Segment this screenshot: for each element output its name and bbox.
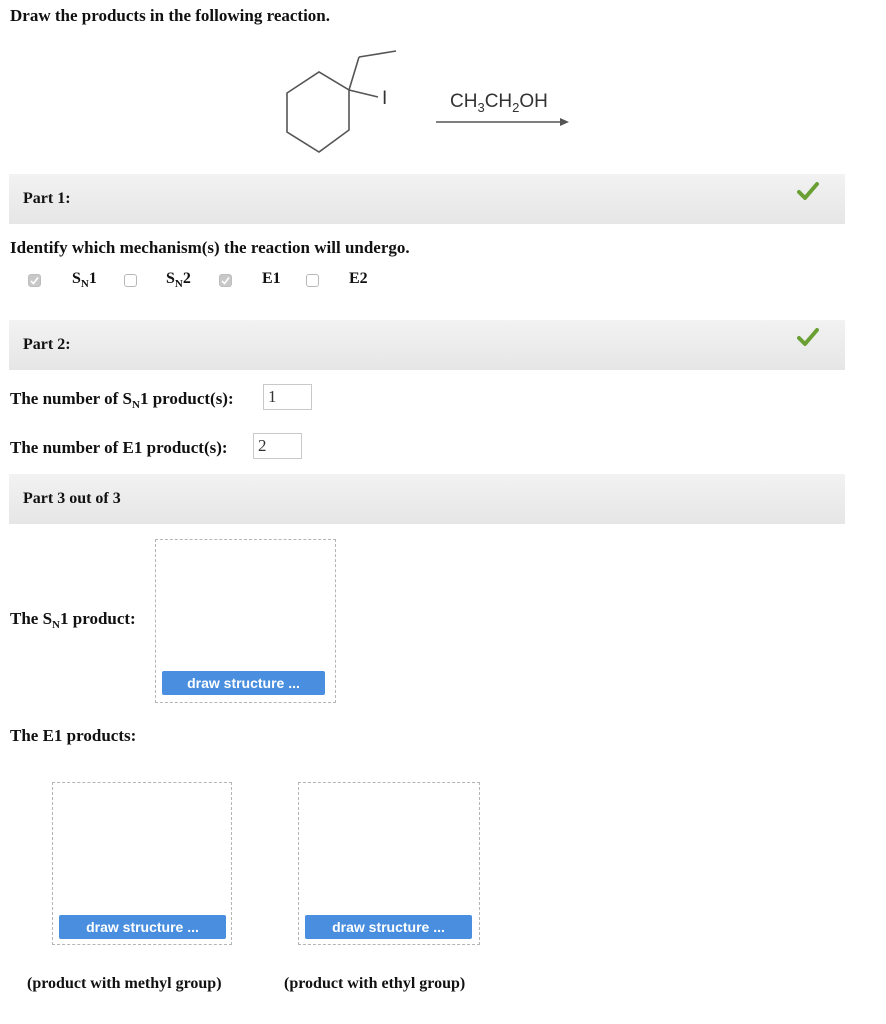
ethylcyclohexyl-iodide-structure	[286, 50, 397, 153]
part3-header: Part 3 out of 3	[9, 474, 845, 524]
sn1-product-label: The SN1 product:	[10, 609, 136, 631]
sn1-count-field[interactable]: 1	[263, 384, 312, 410]
sn1-drawing-area[interactable]: draw structure ...	[155, 539, 336, 703]
checkmark-icon	[797, 182, 819, 200]
iodide-label: I	[382, 88, 387, 109]
e1-products-label: The E1 products:	[10, 726, 137, 745]
ethyl-bond-2	[358, 50, 397, 58]
checkbox-e1[interactable]	[219, 274, 232, 287]
draw-structure-button-methyl[interactable]: draw structure ...	[59, 915, 226, 939]
checkmark-icon	[797, 328, 819, 346]
checkbox-sn1[interactable]	[28, 274, 41, 287]
reaction-scheme: I CH3CH2OH	[286, 50, 569, 153]
part3-label: Part 3 out of 3	[23, 490, 121, 507]
caption-methyl: (product with methyl group)	[27, 975, 222, 992]
part1-question: Identify which mechanism(s) the reaction…	[10, 238, 410, 257]
part1-label: Part 1:	[23, 190, 71, 207]
cyclohexane-ring	[286, 71, 350, 153]
check-mark-icon	[30, 277, 39, 285]
e1-ethyl-drawing-area[interactable]: draw structure ...	[298, 782, 480, 945]
ethyl-bond-1	[348, 56, 360, 91]
part2-label: Part 2:	[23, 336, 71, 353]
part1-header: Part 1:	[9, 174, 845, 224]
option-e1-label: E1	[262, 270, 281, 287]
sn1-count-label: The number of SN1 product(s):	[10, 389, 234, 411]
draw-structure-button-sn1[interactable]: draw structure ...	[162, 671, 325, 695]
part2-header: Part 2:	[9, 320, 845, 370]
checkbox-e2[interactable]	[306, 274, 319, 287]
caption-ethyl: (product with ethyl group)	[284, 975, 466, 992]
option-sn2-label: SN2	[166, 270, 191, 290]
e1-methyl-drawing-area[interactable]: draw structure ...	[52, 782, 232, 945]
reaction-arrowhead	[560, 118, 569, 126]
check-mark-icon	[221, 277, 230, 285]
option-sn1-label: SN1	[72, 270, 97, 290]
draw-structure-button-ethyl[interactable]: draw structure ...	[305, 915, 472, 939]
reagent-label: CH3CH2OH	[450, 91, 548, 115]
e1-count-field[interactable]: 2	[253, 433, 302, 459]
question-title: Draw the products in the following react…	[10, 6, 331, 25]
iodide-bond	[348, 89, 379, 98]
checkbox-sn2[interactable]	[124, 274, 137, 287]
e1-count-label: The number of E1 product(s):	[10, 438, 228, 457]
option-e2-label: E2	[349, 270, 368, 287]
